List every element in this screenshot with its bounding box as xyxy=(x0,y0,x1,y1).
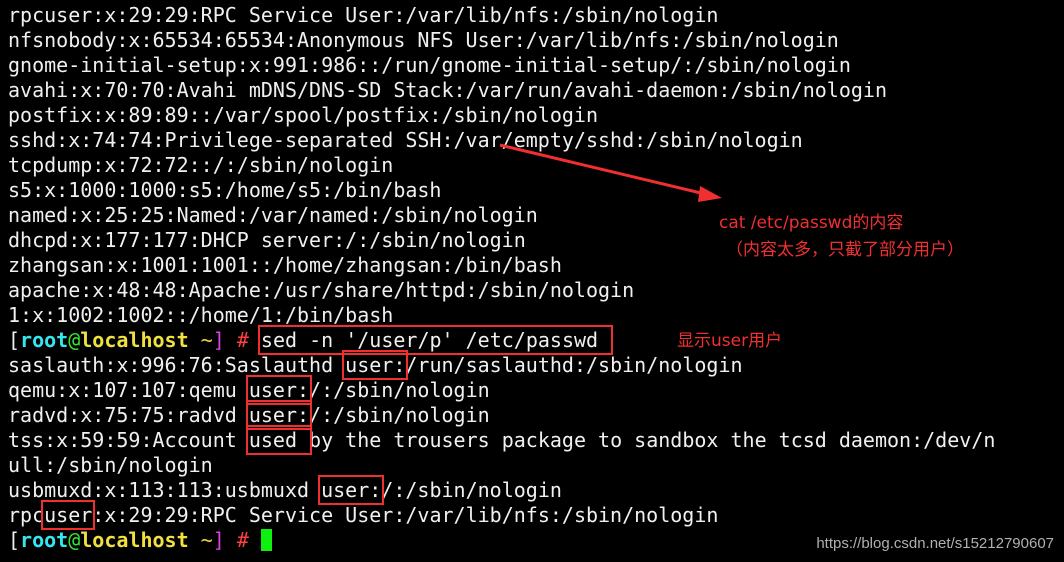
annotation-arrow xyxy=(499,143,722,202)
annotation-partial-users: （内容太多，只截了部分用户） xyxy=(726,240,964,260)
annotation-cat-passwd: cat /etc/passwd的内容 xyxy=(719,213,904,233)
annotation-show-user: 显示user用户 xyxy=(677,331,783,351)
watermark: https://blog.csdn.net/s15212790607 xyxy=(816,535,1054,552)
